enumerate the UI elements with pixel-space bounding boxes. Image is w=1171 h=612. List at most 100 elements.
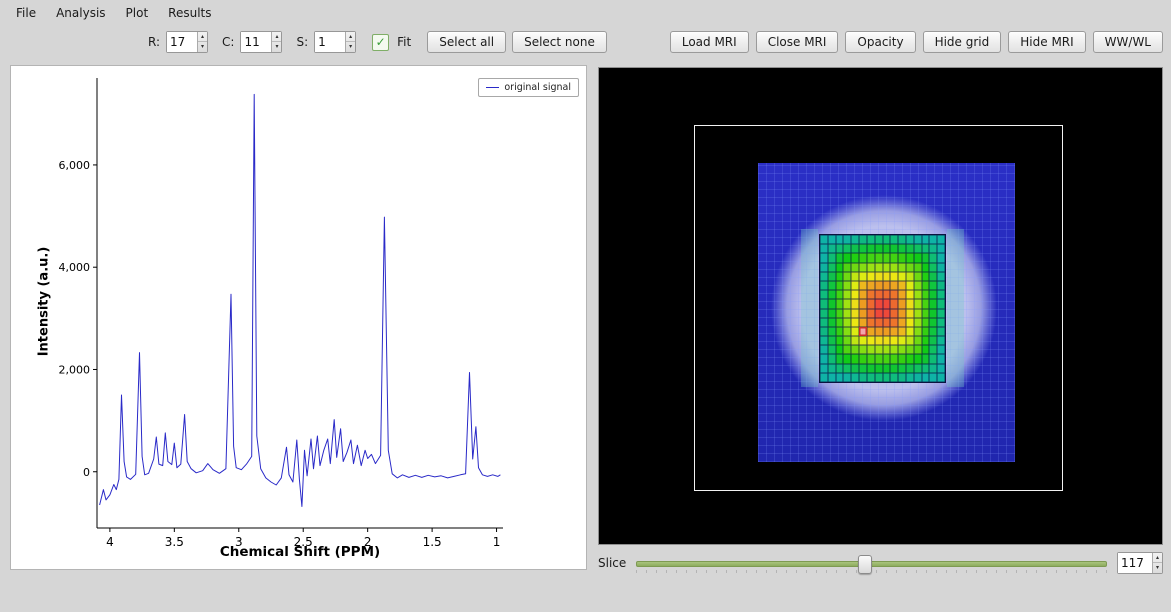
chevron-down-icon[interactable]: ▾	[1153, 563, 1162, 572]
mri-grid-cell[interactable]	[866, 280, 875, 291]
mri-grid-cell[interactable]	[843, 262, 852, 272]
mri-grid-cell[interactable]	[866, 262, 875, 272]
mri-grid-cell[interactable]	[859, 235, 867, 245]
mri-grid-cell[interactable]	[937, 354, 945, 364]
mri-grid-cell[interactable]	[913, 336, 922, 346]
mri-grid-cell[interactable]	[905, 262, 914, 272]
mri-grid-cell[interactable]	[921, 363, 930, 373]
mri-grid-cell[interactable]	[913, 262, 922, 272]
mri-grid-cell[interactable]	[937, 262, 945, 272]
mri-grid-cell[interactable]	[820, 308, 828, 318]
mri-grid-cell[interactable]	[827, 336, 836, 346]
mri-grid-cell[interactable]	[898, 299, 906, 309]
mri-grid-cell[interactable]	[937, 244, 945, 254]
mri-panel[interactable]	[598, 67, 1163, 545]
mri-grid-cell[interactable]	[851, 317, 860, 327]
mri-grid-cell[interactable]	[937, 290, 945, 300]
mri-grid-cell[interactable]	[898, 290, 906, 300]
mri-grid-cell[interactable]	[929, 253, 938, 263]
mri-grid-cell[interactable]	[921, 326, 930, 337]
mri-grid-cell[interactable]	[820, 336, 828, 346]
chevron-up-icon[interactable]: ▴	[198, 32, 208, 42]
mri-grid-cell[interactable]	[859, 262, 867, 272]
mri-grid-cell[interactable]	[851, 336, 860, 346]
mri-grid-cell[interactable]	[905, 336, 914, 346]
mri-grid-cell[interactable]	[859, 271, 867, 281]
row-spinbox[interactable]: ▴ ▾	[166, 31, 209, 53]
menu-item-plot[interactable]: Plot	[116, 2, 159, 24]
mri-grid-cell[interactable]	[890, 345, 899, 355]
row-input[interactable]	[167, 32, 198, 52]
mri-grid-cell[interactable]	[874, 235, 883, 245]
mri-grid-cell[interactable]	[882, 317, 891, 327]
mri-grid-cell[interactable]	[820, 317, 828, 327]
mri-grid-cell[interactable]	[890, 372, 899, 382]
mri-grid-cell[interactable]	[827, 363, 836, 373]
mri-grid-cell[interactable]	[843, 271, 852, 281]
mri-grid-cell[interactable]	[937, 326, 945, 337]
mri-grid-cell[interactable]	[921, 235, 930, 245]
mri-grid-cell[interactable]	[905, 280, 914, 291]
mri-grid-cell[interactable]	[929, 299, 938, 309]
slice-slider[interactable]	[636, 553, 1107, 574]
mri-grid-cell[interactable]	[827, 290, 836, 300]
mri-grid-cell-selected[interactable]	[859, 326, 867, 337]
mri-grid-cell[interactable]	[866, 363, 875, 373]
mri-grid-cell[interactable]	[882, 253, 891, 263]
mri-grid-cell[interactable]	[859, 354, 867, 364]
mri-grid-cell[interactable]	[820, 372, 828, 382]
mri-grid-cell[interactable]	[874, 326, 883, 337]
mri-grid-cell[interactable]	[898, 317, 906, 327]
menu-item-analysis[interactable]: Analysis	[46, 2, 115, 24]
mri-grid-cell[interactable]	[843, 345, 852, 355]
mri-grid-cell[interactable]	[905, 354, 914, 364]
mri-grid-cell[interactable]	[882, 308, 891, 318]
mri-grid-cell[interactable]	[937, 308, 945, 318]
mri-grid-cell[interactable]	[827, 299, 836, 309]
mri-grid-cell[interactable]	[898, 244, 906, 254]
mri-grid-cell[interactable]	[905, 317, 914, 327]
mri-grid-cell[interactable]	[937, 235, 945, 245]
mri-grid-cell[interactable]	[866, 290, 875, 300]
chevron-down-icon[interactable]: ▾	[198, 42, 207, 51]
mri-grid-cell[interactable]	[827, 326, 836, 337]
mri-grid-cell[interactable]	[835, 299, 844, 309]
mri-grid-cell[interactable]	[898, 271, 906, 281]
mri-grid-cell[interactable]	[827, 280, 836, 291]
mri-grid-cell[interactable]	[820, 345, 828, 355]
mri-grid-cell[interactable]	[921, 271, 930, 281]
mri-grid-cell[interactable]	[820, 262, 828, 272]
mri-grid-cell[interactable]	[921, 262, 930, 272]
mri-grid-cell[interactable]	[835, 235, 844, 245]
mri-grid-cell[interactable]	[874, 280, 883, 291]
mri-grid-cell[interactable]	[866, 345, 875, 355]
mri-grid-cell[interactable]	[937, 363, 945, 373]
mri-grid-cell[interactable]	[890, 299, 899, 309]
mri-grid-cell[interactable]	[905, 326, 914, 337]
mri-grid-cell[interactable]	[843, 244, 852, 254]
mri-grid-cell[interactable]	[820, 299, 828, 309]
mri-grid-cell[interactable]	[820, 244, 828, 254]
col-spinbox[interactable]: ▴ ▾	[240, 31, 283, 53]
mri-grid-cell[interactable]	[859, 345, 867, 355]
mri-grid-cell[interactable]	[882, 372, 891, 382]
mri-grid-cell[interactable]	[905, 253, 914, 263]
mri-grid-cell[interactable]	[905, 244, 914, 254]
mri-grid-cell[interactable]	[843, 363, 852, 373]
mri-grid-cell[interactable]	[898, 345, 906, 355]
mri-grid-cell[interactable]	[843, 299, 852, 309]
mri-grid-cell[interactable]	[866, 253, 875, 263]
mri-grid-cell[interactable]	[898, 280, 906, 291]
mri-grid-cell[interactable]	[882, 262, 891, 272]
mri-grid-cell[interactable]	[921, 308, 930, 318]
mri-grid-cell[interactable]	[866, 271, 875, 281]
mri-grid-cell[interactable]	[937, 336, 945, 346]
mri-grid-cell[interactable]	[874, 244, 883, 254]
slice-value-spinbox[interactable]: ▴ ▾	[1116, 552, 1163, 574]
mri-grid-cell[interactable]	[890, 253, 899, 263]
mri-grid-cell[interactable]	[921, 372, 930, 382]
mri-grid-cell[interactable]	[827, 372, 836, 382]
mri-grid-cell[interactable]	[827, 235, 836, 245]
mri-grid-cell[interactable]	[843, 317, 852, 327]
mri-grid-cell[interactable]	[913, 317, 922, 327]
